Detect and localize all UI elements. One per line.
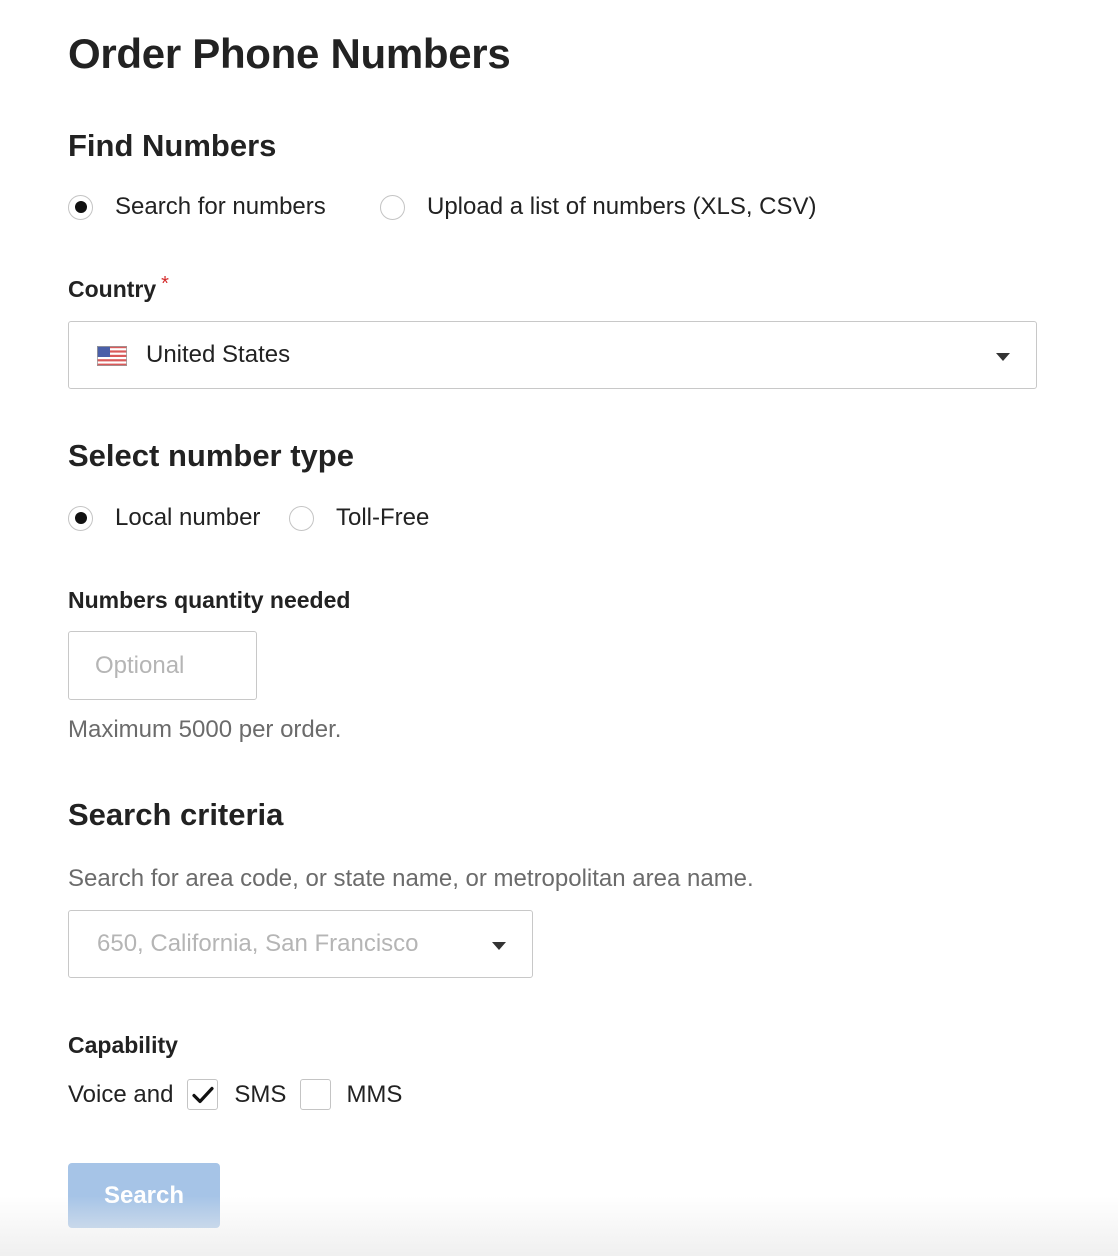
- capability-label: Capability: [68, 1032, 178, 1058]
- radio-label: Upload a list of numbers (XLS, CSV): [427, 193, 817, 220]
- search-criteria-select[interactable]: 650, California, San Francisco: [68, 910, 533, 978]
- radio-label: Toll-Free: [336, 504, 430, 531]
- search-criteria-heading: Search criteria: [68, 797, 284, 832]
- quantity-hint: Maximum 5000 per order.: [68, 716, 342, 743]
- search-button[interactable]: Search: [68, 1163, 220, 1228]
- number-type-heading: Select number type: [68, 438, 354, 473]
- country-select[interactable]: United States: [68, 321, 1037, 389]
- country-value: United States: [146, 341, 291, 368]
- radio-button[interactable]: [289, 505, 314, 531]
- radio-button[interactable]: [380, 194, 405, 220]
- radio-upload-list[interactable]: Upload a list of numbers (XLS, CSV): [380, 193, 817, 221]
- capability-row: Voice and SMS MMS: [68, 1079, 402, 1110]
- chevron-down-icon: [492, 942, 506, 950]
- country-label-text: Country: [68, 276, 157, 302]
- country-label: Country *: [68, 273, 169, 303]
- radio-button-selected[interactable]: [68, 194, 93, 220]
- us-flag-icon: [97, 345, 127, 366]
- radio-label: Local number: [115, 504, 261, 531]
- required-asterisk: *: [161, 273, 169, 295]
- search-criteria-placeholder: 650, California, San Francisco: [97, 930, 419, 957]
- radio-label: Search for numbers: [115, 193, 326, 220]
- mms-label: MMS: [346, 1080, 403, 1108]
- find-numbers-heading: Find Numbers: [68, 128, 277, 163]
- radio-toll-free[interactable]: Toll-Free: [289, 504, 429, 532]
- radio-search-for-numbers[interactable]: Search for numbers: [68, 193, 326, 221]
- sms-label: SMS: [234, 1080, 287, 1108]
- radio-button-selected[interactable]: [68, 505, 93, 531]
- mms-checkbox[interactable]: [300, 1079, 332, 1110]
- search-criteria-description: Search for area code, or state name, or …: [68, 865, 754, 892]
- radio-local-number[interactable]: Local number: [68, 504, 260, 532]
- sms-checkbox[interactable]: [187, 1079, 219, 1110]
- checkmark-icon: [192, 1086, 214, 1103]
- quantity-input[interactable]: [68, 631, 257, 700]
- quantity-label: Numbers quantity needed: [68, 587, 351, 613]
- page-title: Order Phone Numbers: [68, 30, 511, 77]
- chevron-down-icon: [996, 353, 1010, 361]
- capability-prefix: Voice and: [68, 1080, 174, 1108]
